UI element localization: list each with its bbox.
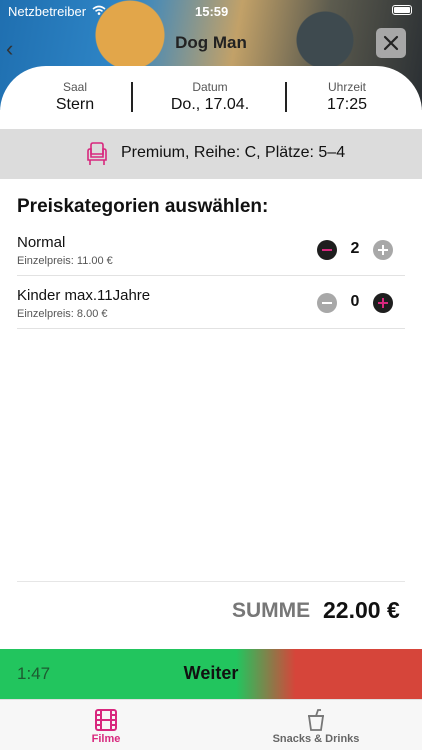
close-button[interactable] [376,28,406,58]
carrier-name: Netzbetreiber [8,4,87,19]
continue-button[interactable]: 1:47 Weiter [0,649,422,699]
show-info-card: Saal Stern Datum Do., 17.04. Uhrzeit 17:… [0,66,422,130]
saal-value: Stern [55,96,95,113]
quantity-value: 2 [350,240,360,257]
price-category-row: Kinder max.11Jahre Einzelpreis: 8.00 € 0 [17,277,405,329]
tab-label: Filme [91,733,121,745]
wifi-icon [92,5,106,15]
decrease-button[interactable] [317,240,337,260]
summary-divider [17,581,405,582]
seat-details: Premium, Reihe: C, Plätze: 5–4 [121,144,346,161]
tab-bar: Filme Snacks & Drinks [0,699,422,750]
battery-icon [392,5,412,15]
increase-button[interactable] [373,240,393,260]
decrease-button[interactable] [317,293,337,313]
continue-label: Weiter [183,663,239,683]
armchair-icon [87,142,107,165]
tab-filme[interactable]: Filme [56,700,156,751]
datum-label: Datum [192,80,228,94]
clock: 15:59 [195,4,229,19]
datum-info: Datum Do., 17.04. [160,80,260,114]
uhrzeit-value: 17:25 [326,96,368,113]
sum-value: 22.00 € [323,597,400,623]
sum-label: SUMME [232,599,311,622]
price-category-row: Normal Einzelpreis: 11.00 € 2 [17,224,405,276]
tab-snacks-drinks[interactable]: Snacks & Drinks [256,700,376,751]
movie-title: Dog Man [175,33,247,52]
uhrzeit-info: Uhrzeit 17:25 [314,80,380,114]
tab-label: Snacks & Drinks [272,733,360,745]
category-name: Normal [17,234,66,251]
saal-label: Saal [62,80,88,94]
cup-icon [307,709,325,731]
category-name: Kinder max.11Jahre [17,287,151,304]
increase-button[interactable] [373,293,393,313]
status-bar: Netzbetreiber 15:59 [0,0,422,22]
row-divider [17,328,405,329]
uhrzeit-label: Uhrzeit [327,80,366,94]
datum-value: Do., 17.04. [170,96,250,113]
saal-info: Saal Stern [42,80,108,114]
close-icon [383,35,399,51]
quantity-value: 0 [350,293,360,310]
divider [131,82,133,112]
section-heading: Preiskategorien auswählen: [17,196,269,217]
seat-selection-bar: Premium, Reihe: C, Plätze: 5–4 [0,129,422,179]
film-icon [95,709,117,731]
category-price: Einzelpreis: 8.00 € [17,308,108,320]
category-price: Einzelpreis: 11.00 € [17,255,113,267]
row-divider [17,275,405,276]
divider [285,82,287,112]
